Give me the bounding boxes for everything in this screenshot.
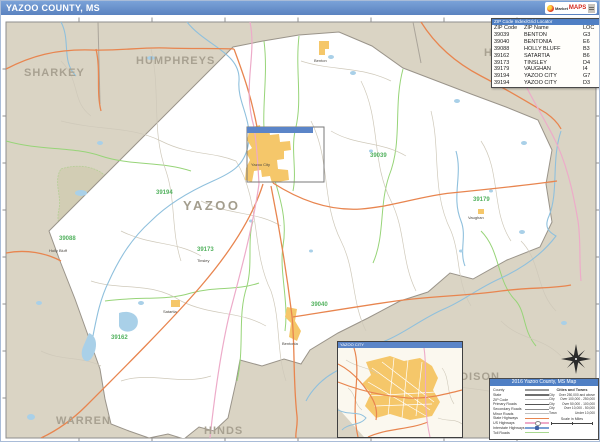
city-size-row: TownUnder 10,000 xyxy=(549,411,595,415)
state-line-swatch xyxy=(525,393,549,397)
logo-text-market: Market xyxy=(555,6,568,11)
legend-item: Interstate Highways xyxy=(493,426,549,431)
zip-label-39039: 39039 xyxy=(370,153,387,159)
zip-table-columns: ZIP Code ZIP Name LOC xyxy=(492,25,599,32)
zip-label-39088: 39088 xyxy=(59,236,76,242)
town-label-benton: Benton xyxy=(314,58,327,63)
scale-block: Scale in Miles xyxy=(551,417,593,425)
col-zip-code: ZIP Code xyxy=(494,25,524,32)
col-zip-name: ZIP Name xyxy=(524,25,583,32)
legend-item: Secondary Roads xyxy=(493,407,549,412)
zip-row: 39173TINSLEYD4 xyxy=(492,60,599,67)
zip-row: 39179VAUGHANI4 xyxy=(492,66,599,73)
legend-line-items: County State ZIP Code Primary Roads Seco… xyxy=(493,388,549,435)
page-title: YAZOO COUNTY, MS xyxy=(6,3,100,13)
logo-badge xyxy=(588,4,595,13)
legend-cities-column: Cities and Towns CityOver 250,000 and ab… xyxy=(549,388,595,435)
zip-label-39040: 39040 xyxy=(311,302,328,308)
logo-burst-icon xyxy=(547,5,554,12)
zip-label-39162: 39162 xyxy=(111,335,128,341)
legend-item: State xyxy=(493,393,549,398)
zip-line-swatch xyxy=(525,398,549,402)
legend-title: 2016 Yazoo County, MS Map xyxy=(490,379,598,386)
inset-city-area xyxy=(362,356,440,420)
legend-item: US Highways xyxy=(493,421,549,426)
state-highways-swatch xyxy=(525,416,549,420)
zip-label-39173: 39173 xyxy=(197,247,214,253)
town-label-tinsley: Tinsley xyxy=(197,258,210,263)
us-highways-swatch xyxy=(525,421,549,425)
interstate-highways-swatch xyxy=(525,426,549,430)
cities-and-towns-header: Cities and Towns xyxy=(557,388,588,392)
title-bar: YAZOO COUNTY, MS xyxy=(1,1,599,15)
yazoo-county-map-page: YAZOO SHARKEY HUMPHREYS HOLMES MADISON H… xyxy=(0,0,600,442)
town-label-satartia: Satartia xyxy=(163,309,177,314)
secondary-roads-swatch xyxy=(525,407,549,411)
col-loc: LOC xyxy=(583,25,597,32)
neighbor-label-warren: WARREN xyxy=(56,415,111,427)
zip-row: 39194YAZOO CITYG7 xyxy=(492,73,599,80)
legend-item: ZIP Code xyxy=(493,397,549,402)
legend-item: Primary Roads xyxy=(493,402,549,407)
zip-row: 39162SATARTIAB6 xyxy=(492,53,599,60)
legend-panel: 2016 Yazoo County, MS Map County State Z… xyxy=(489,378,599,440)
logo-text-maps: MAPS xyxy=(569,5,586,11)
inset-canvas xyxy=(338,348,462,437)
zip-row: 39040BENTONIAE6 xyxy=(492,39,599,46)
yazoo-city-inset-map: YAZOO CITY xyxy=(337,341,463,438)
legend-item: Minor Roads xyxy=(493,411,549,416)
neighbor-label-hinds: HINDS xyxy=(204,425,243,437)
legend-item: Toll Roads xyxy=(493,430,549,435)
town-label-vaughan: Vaughan xyxy=(468,215,484,220)
county-label-yazoo: YAZOO xyxy=(183,198,241,213)
zip-index-table: ZIP Code Index/Grid Locator ZIP Code ZIP… xyxy=(491,18,600,88)
primary-roads-swatch xyxy=(525,402,549,406)
town-label-yazoo-city: Yazoo City xyxy=(251,162,270,167)
town-label-bentonia: Bentonia xyxy=(282,341,298,346)
legend-item: State Highways xyxy=(493,416,549,421)
scale-label: Scale in Miles xyxy=(551,417,593,421)
scale-bar xyxy=(551,422,593,425)
toll-roads-swatch xyxy=(525,431,549,435)
zip-label-39194: 39194 xyxy=(156,190,173,196)
zip-row: 39039BENTONG3 xyxy=(492,32,599,39)
zip-row: 39088HOLLY BLUFFB3 xyxy=(492,46,599,53)
minor-roads-swatch xyxy=(525,412,549,416)
neighbor-label-humphreys: HUMPHREYS xyxy=(136,55,215,67)
zip-label-39179: 39179 xyxy=(473,197,490,203)
town-label-holly-bluff: Holly Bluff xyxy=(49,248,67,253)
zip-row: 39194YAZOO CITYD3 xyxy=(492,80,599,87)
legend-item: County xyxy=(493,388,549,393)
county-line-swatch xyxy=(525,388,549,392)
brand-logo: Market MAPS xyxy=(545,2,597,14)
neighbor-label-sharkey: SHARKEY xyxy=(24,67,85,79)
legend-body: County State ZIP Code Primary Roads Seco… xyxy=(490,386,598,437)
